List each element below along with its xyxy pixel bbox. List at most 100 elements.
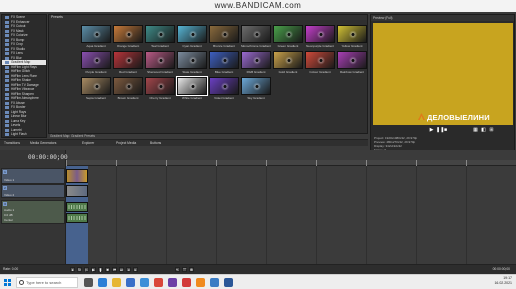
system-clock[interactable]: 19:17 16.02.2021 — [494, 276, 512, 286]
preset-thumbnail[interactable]: Red Gradient — [111, 51, 145, 77]
normal-edit-tool-icon[interactable]: ↖ — [175, 267, 180, 272]
fx-list-item-label: FX Scene — [11, 15, 25, 19]
preset-thumbnail[interactable]: Gold Gradient — [271, 51, 305, 77]
preset-preview-image — [113, 77, 143, 95]
dock-tab[interactable]: Project Media — [116, 141, 136, 146]
fx-list-item-label: Luma Key — [11, 118, 26, 123]
fx-list-item-label: FX Crop — [11, 42, 23, 46]
word-icon[interactable] — [224, 278, 233, 287]
preset-thumbnail[interactable]: Yellow Gradient — [335, 25, 369, 51]
preset-thumbnail[interactable]: Sepia Gradient — [79, 77, 113, 103]
vlc-icon[interactable] — [196, 278, 205, 287]
preset-thumbnail[interactable]: Cyan Gradient — [175, 25, 209, 51]
preset-thumbnail[interactable]: Slate Gradient — [175, 51, 209, 77]
eye-image-icon — [123, 30, 135, 39]
preset-thumbnail[interactable]: Brown Gradient — [111, 77, 145, 103]
record-icon[interactable]: ● — [70, 267, 75, 272]
video-clip[interactable] — [66, 185, 88, 197]
clock-date: 16.02.2021 — [494, 281, 512, 285]
overlay-icon[interactable]: ⊞ — [489, 128, 494, 133]
eye-image-icon — [155, 30, 167, 39]
preset-thumbnail[interactable]: Blue Gradient — [207, 51, 241, 77]
edge-icon[interactable] — [98, 278, 107, 287]
audio-clip[interactable] — [66, 213, 88, 223]
dock-tab[interactable]: Media Generators — [30, 141, 56, 146]
preset-thumbnail[interactable]: Rainbow Gradient — [335, 51, 369, 77]
eye-image-icon — [283, 30, 295, 39]
preset-preview-image — [81, 77, 111, 95]
video-clip[interactable] — [66, 169, 88, 183]
preset-thumbnail[interactable]: Purple Gradient — [79, 51, 113, 77]
prev-frame-icon[interactable]: ◂ — [126, 267, 131, 272]
pause-icon[interactable]: ❚ — [98, 267, 103, 272]
pause-icon[interactable]: ❚❚ — [436, 128, 444, 133]
go-to-end-icon[interactable]: ⏭ — [119, 267, 124, 272]
windows-taskbar: Type here to search 19:17 16.02.2021 — [0, 274, 516, 289]
preset-label: Red Gradient — [119, 70, 137, 74]
preset-label: Slate Gradient — [182, 70, 202, 74]
fx-list-item[interactable]: Mosaic — [2, 137, 46, 138]
stop-icon[interactable]: ■ — [443, 128, 448, 133]
preset-thumbnail[interactable]: Aqua Gradient — [79, 25, 113, 51]
snapshot-icon[interactable]: ◧ — [481, 128, 486, 133]
window-docking-tabs: Transitions Media Generators Explorer Proje… — [0, 139, 368, 146]
preset-thumbnail[interactable]: Bronze Gradient — [207, 25, 241, 51]
preset-thumbnail[interactable]: Green Gradient — [271, 25, 305, 51]
mail-icon[interactable] — [140, 278, 149, 287]
preset-thumbnail[interactable]: Violet Gradient — [207, 77, 241, 103]
preset-thumbnail[interactable]: Sherwood Gradient — [143, 51, 177, 77]
play-icon[interactable]: ▶ — [91, 267, 96, 272]
preset-thumbnail[interactable]: Cherry Gradient — [143, 77, 177, 103]
preset-preview-image — [81, 51, 111, 69]
photos-icon[interactable] — [210, 278, 219, 287]
play-from-start-icon[interactable]: ▷ — [84, 267, 89, 272]
timeline-gridline — [166, 166, 167, 266]
track-header-video-1[interactable]: 1 Video 1 — [1, 168, 65, 184]
fx-list-item-label: Linear Blur — [11, 114, 27, 118]
preset-preview-image — [81, 25, 111, 43]
fx-list-item-label: Light Rays — [11, 109, 27, 114]
video-fx-list[interactable]: FX Scene FX Enhancer FX Cutout FX Mask FX Co… — [1, 14, 47, 138]
preview-toolbar[interactable]: Preview (Full) — [371, 15, 514, 21]
dock-tab[interactable]: Transitions — [4, 141, 20, 146]
chrome-icon[interactable] — [154, 278, 163, 287]
preset-thumbnail[interactable]: RGB Gradient — [239, 51, 273, 77]
preset-thumbnail[interactable]: Monochrome Gradient — [239, 25, 273, 51]
dock-tab[interactable]: Explorer — [82, 141, 94, 146]
track-header-audio-1[interactable]: 3 Audio 1 0.0 dB Center — [1, 200, 65, 224]
bandicam-icon[interactable] — [182, 278, 191, 287]
preset-thumbnail[interactable]: Teal Gradient — [143, 25, 177, 51]
go-to-start-icon[interactable]: ⏮ — [112, 267, 117, 272]
preset-label: White Gradient — [181, 96, 202, 100]
audio-clip[interactable] — [66, 202, 88, 212]
envelope-tool-icon[interactable]: ⌒ — [182, 267, 187, 272]
preset-preview-image — [176, 76, 208, 96]
explorer-icon[interactable] — [112, 278, 121, 287]
timeline-ruler[interactable] — [66, 160, 516, 166]
eye-image-icon — [251, 82, 263, 91]
preset-label: Purple Gradient — [85, 70, 107, 74]
eye-image-icon — [123, 82, 135, 91]
windows-start-icon[interactable] — [4, 279, 11, 286]
track-header-video-2[interactable]: 2 Video 2 — [1, 184, 65, 198]
preset-label: Violet Gradient — [214, 96, 234, 100]
store-icon[interactable] — [126, 278, 135, 287]
preset-thumbnail[interactable]: Orange Gradient — [111, 25, 145, 51]
zoom-tool-icon[interactable]: ⊕ — [189, 267, 194, 272]
audio-level: 0.0 dB — [4, 213, 13, 217]
fx-list-item-label: Lumetri — [11, 127, 22, 132]
loop-icon[interactable]: ↻ — [77, 267, 82, 272]
preset-thumbnail[interactable]: Neonpurple Gradient — [303, 25, 337, 51]
taskbar-search-box[interactable]: Type here to search — [16, 277, 78, 288]
dock-tab[interactable]: Buttons — [150, 141, 161, 146]
task-view-icon[interactable] — [84, 278, 93, 287]
eye-image-icon — [315, 56, 327, 65]
play-icon[interactable]: ▶ — [429, 128, 434, 133]
preset-thumbnail[interactable]: Colour Gradient — [303, 51, 337, 77]
split-screen-icon[interactable]: ▦ — [473, 128, 478, 133]
preset-thumbnail[interactable]: Sky Gradient — [239, 77, 273, 103]
stop-icon[interactable]: ■ — [105, 267, 110, 272]
preset-thumbnail[interactable]: White Gradient — [175, 76, 209, 103]
vegas-icon[interactable] — [168, 278, 177, 287]
next-frame-icon[interactable]: ▸ — [133, 267, 138, 272]
